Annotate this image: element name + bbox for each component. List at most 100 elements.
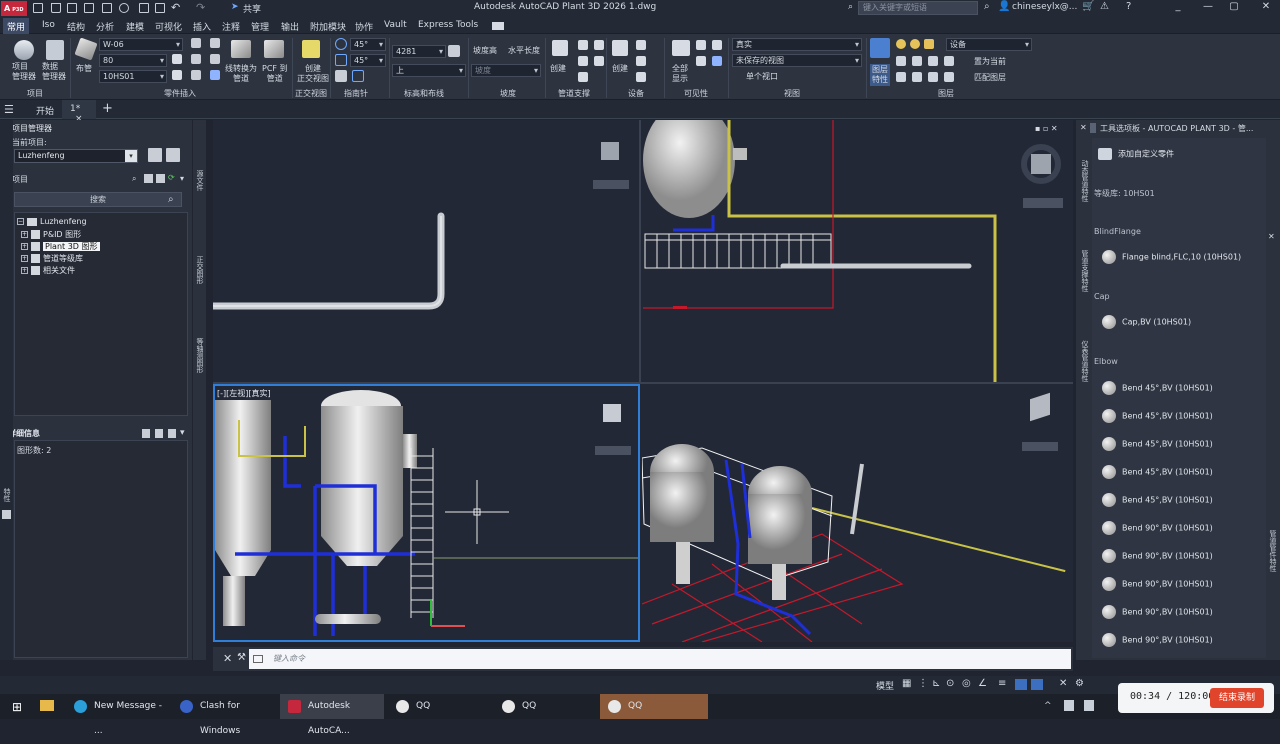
project-manager-button[interactable]: 项目 管理器 (12, 62, 36, 82)
tag-icon[interactable] (191, 38, 201, 48)
tab-analysis[interactable]: 分析 (96, 20, 114, 33)
layer-properties-button[interactable]: 图层 特性 (870, 64, 890, 86)
palette-item[interactable]: Bend 90°,BV (10HS01) (1102, 549, 1213, 563)
tray-b-icon[interactable] (1084, 700, 1094, 711)
match-layer-button[interactable]: 匹配图层 (974, 73, 1006, 83)
tab-iso[interactable]: Iso (42, 20, 55, 30)
file-explorer-icon[interactable] (40, 700, 54, 711)
equip-c-icon[interactable] (636, 72, 646, 82)
palette-tab-instrument[interactable]: 仪表管道特性 (1080, 340, 1090, 382)
expand-icon[interactable]: + (21, 267, 28, 274)
tray-a-icon[interactable] (1064, 700, 1074, 711)
task-qq-3[interactable]: QQ (600, 694, 708, 719)
tab-collaborate[interactable]: 协作 (355, 20, 373, 33)
tab-insert[interactable]: 插入 (193, 20, 211, 33)
user-account[interactable]: chineseylx@... (1012, 2, 1077, 12)
open-folder-icon[interactable] (51, 3, 61, 13)
palette-item[interactable]: Bend 45°,BV (10HS01) (1102, 381, 1213, 395)
viewport-bottom-right[interactable] (642, 384, 1073, 642)
task-qq-2[interactable]: QQ (494, 694, 594, 719)
selection-cycle-icon[interactable] (1015, 679, 1027, 690)
flange-icon[interactable] (191, 54, 201, 64)
tab-addins[interactable]: 附加模块 (310, 20, 346, 33)
palette-item[interactable]: Bend 45°,BV (10HS01) (1102, 409, 1213, 423)
size-combo[interactable]: 80 (99, 54, 167, 67)
snap-mode-icon[interactable]: ⋮ (918, 678, 928, 689)
task-autocad[interactable]: Autodesk AutoCA... (280, 694, 384, 736)
print-project-icon[interactable] (148, 148, 162, 162)
tab-output[interactable]: 输出 (281, 20, 299, 33)
saveas-icon[interactable] (102, 3, 112, 13)
minimize-icon[interactable]: — (1200, 1, 1216, 15)
spec-combo[interactable]: W-06 (99, 38, 183, 51)
redo-icon[interactable]: ↷ (196, 1, 205, 14)
wrench-icon[interactable]: ⚒ (237, 652, 246, 663)
task-edge[interactable]: New Message - ... (66, 694, 168, 736)
search-icon[interactable]: ⌕ (168, 194, 174, 205)
tab-start[interactable]: 开始 (28, 100, 62, 119)
palette-tab-dynamic[interactable]: 动态管道特性 (1080, 160, 1090, 202)
menu-icon[interactable]: ☰ (4, 103, 14, 116)
tab-drawing-1[interactable]: 1* × (62, 100, 96, 124)
properties-icon[interactable] (2, 510, 11, 519)
cloud-icon[interactable] (139, 3, 149, 13)
palette-grip[interactable] (1090, 123, 1096, 133)
set-current-button[interactable]: 置为当前 (974, 57, 1006, 67)
new-drawing-icon[interactable] (144, 174, 153, 183)
edit-icon[interactable] (210, 54, 220, 64)
create-equipment-button[interactable]: 创建 (612, 64, 628, 74)
parts2-icon[interactable] (172, 70, 182, 80)
compass-toggle-icon[interactable] (335, 70, 347, 82)
layer-h-icon[interactable] (944, 72, 954, 82)
layer-c-icon[interactable] (928, 56, 938, 66)
print-icon[interactable] (155, 3, 165, 13)
tree-node-spec[interactable]: + 管道等级库 (21, 253, 83, 264)
annotation-icon[interactable]: ✕ (1059, 678, 1067, 689)
elevation-input[interactable]: 4281 (392, 45, 446, 58)
tab-visualize[interactable]: 可视化 (155, 20, 182, 33)
palette-item[interactable]: Bend 90°,BV (10HS01) (1102, 605, 1213, 619)
ribbon-toggle-icon[interactable] (492, 22, 504, 30)
valve-icon[interactable] (191, 70, 201, 80)
tab-vault[interactable]: Vault (384, 20, 407, 30)
parts-icon[interactable] (172, 54, 182, 64)
viewcube-icon[interactable] (1031, 154, 1051, 174)
substitute-icon[interactable] (210, 70, 220, 80)
viewcube-icon[interactable] (603, 404, 621, 422)
share-button[interactable]: 共享 (243, 2, 261, 15)
exchange-icon[interactable]: ⚠ (1100, 1, 1109, 12)
add-custom-part[interactable]: 添加自定义零件 (1098, 148, 1174, 160)
command-input[interactable]: 键入命令 (249, 649, 1071, 669)
tree-node-pid[interactable]: + P&ID 图形 (21, 229, 81, 240)
expand-icon[interactable]: + (21, 231, 28, 238)
layer-on-icon[interactable] (896, 39, 906, 49)
iso-drawings-tab[interactable]: 等轴测图形 (195, 338, 205, 373)
single-viewport-button[interactable]: 单个视口 (746, 72, 778, 82)
tree-node-root[interactable]: − Luzhenfeng (17, 217, 87, 226)
palette-item[interactable]: Bend 90°,BV (10HS01) (1102, 633, 1213, 647)
show-all-button[interactable]: 全部 显示 (672, 64, 688, 84)
tab-express-tools[interactable]: Express Tools (418, 20, 478, 30)
connect-icon[interactable] (210, 38, 220, 48)
new-file-icon[interactable] (33, 3, 43, 13)
new-tab-icon[interactable]: + (102, 101, 113, 116)
viewport-top-left[interactable] (213, 120, 641, 382)
expand-icon[interactable]: + (21, 243, 28, 250)
web-icon[interactable] (119, 3, 129, 13)
command-history-icon[interactable] (253, 655, 263, 663)
support-attach-icon[interactable] (578, 72, 588, 82)
palette-close-icon[interactable]: ✕ (1080, 123, 1087, 132)
grid-icon[interactable]: ▦ (902, 678, 911, 689)
help-icon[interactable]: ? (1126, 1, 1131, 12)
create-support-button[interactable]: 创建 (550, 64, 566, 74)
project-search-button[interactable]: 搜索 (14, 192, 182, 207)
maximize-icon[interactable]: ▢ (1226, 1, 1242, 15)
layer-e-icon[interactable] (896, 72, 906, 82)
palette-item[interactable]: Flange blind,FLC,10 (10HS01) (1102, 250, 1241, 264)
elevation-icon[interactable] (448, 45, 460, 57)
spec2-combo[interactable]: 10HS01 (99, 70, 167, 83)
palette-item[interactable]: Bend 45°,BV (10HS01) (1102, 465, 1213, 479)
detail-b-icon[interactable] (155, 429, 163, 438)
osnap-icon[interactable]: ◎ (962, 678, 971, 689)
compass-icon[interactable] (335, 38, 347, 50)
